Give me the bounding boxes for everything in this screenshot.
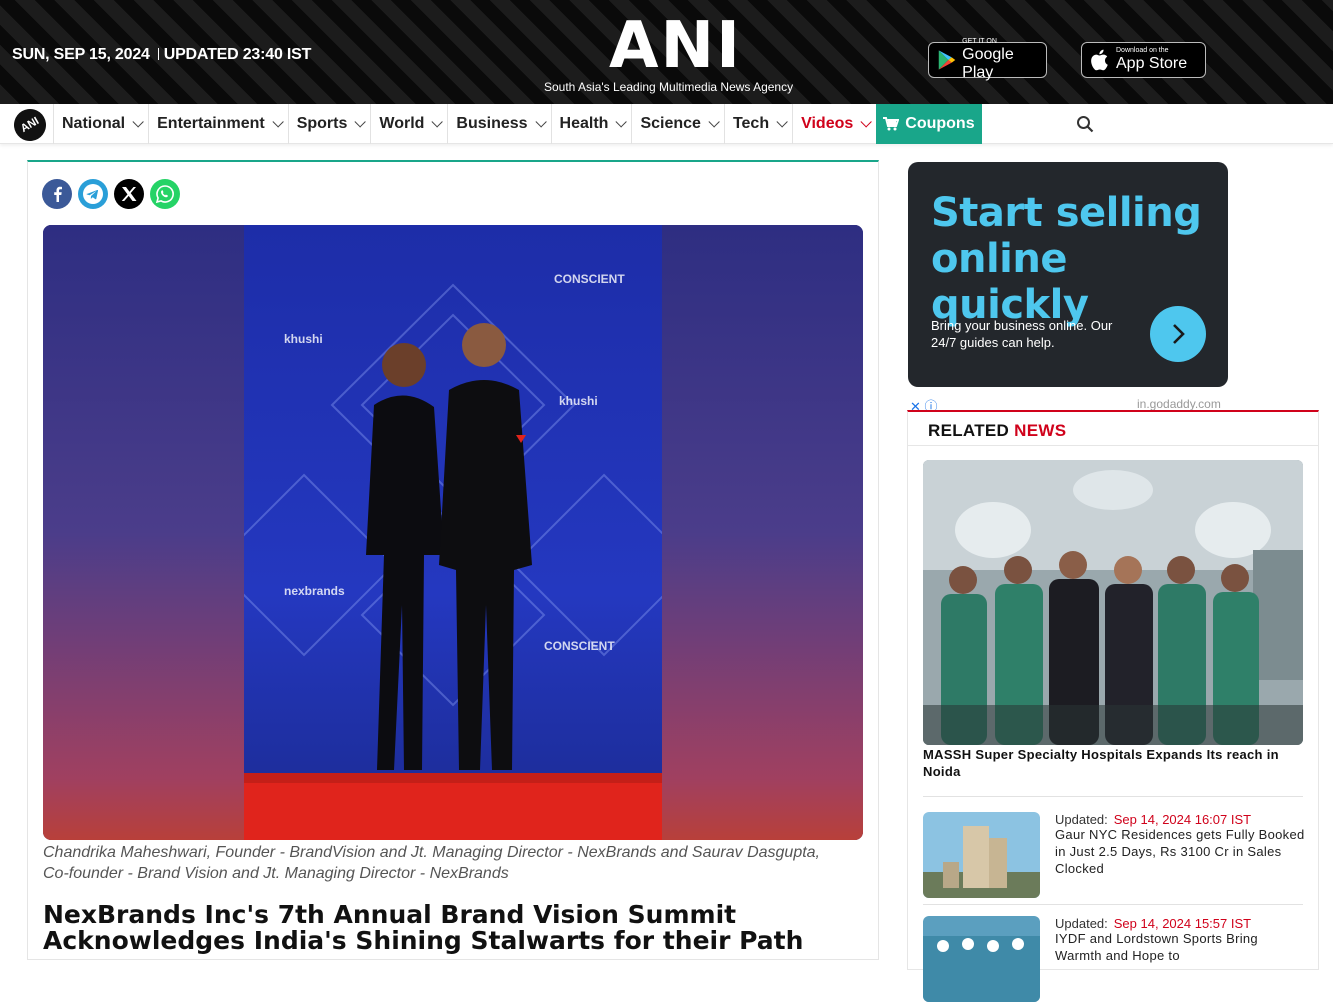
nav-label: World [379,115,425,132]
nav-item-tech[interactable]: Tech [723,104,792,144]
apple-icon [1091,49,1108,71]
app-store-small: Download on the [1116,47,1169,54]
chevron-down-icon [860,116,873,128]
chevron-down-icon [431,116,444,128]
news-date: Sep 14, 2024 15:57 IST [1113,916,1252,931]
surgeons-photo-illustration [923,460,1303,745]
nav-label: Entertainment [157,115,265,132]
chevron-down-icon [776,116,788,128]
lead-news-image[interactable] [923,460,1303,745]
nav-item-world[interactable]: World [370,104,447,144]
related-heading-a: RELATED [928,421,1015,440]
app-store-label: App Store [1116,55,1188,72]
search-icon[interactable] [1076,115,1094,133]
nav-label: Videos [801,115,854,132]
chevron-right-icon [1173,324,1185,344]
article-headline: NexBrands Inc's 7th Annual Brand Vision … [43,900,804,955]
news-title[interactable]: IYDF and Lordstown Sports Bring Warmth a… [1055,930,1305,964]
svg-text:nexbrands: nexbrands [284,584,345,598]
hero-blur-left [43,225,244,840]
svg-text:khushi: khushi [559,394,598,408]
nav-ani-logo[interactable]: ANI [8,103,52,147]
divider [923,796,1303,797]
coupons-label: Coupons [905,115,975,132]
google-play-icon [938,50,956,70]
chevron-down-icon [354,116,367,128]
nav-label: Sports [296,115,348,132]
news-meta: Updated: Sep 14, 2024 16:07 IST [1055,812,1251,827]
nav-label: Tech [732,115,770,132]
cart-icon [883,117,900,131]
list-item[interactable]: Updated: Sep 14, 2024 15:57 IST IYDF and … [923,916,1305,1006]
nav-label: National [62,115,126,132]
news-title[interactable]: Gaur NYC Residences gets Fully Booked in… [1055,826,1305,877]
nav-label: Business [456,115,528,132]
related-news: RELATED NEWS MASSH Super Specialty Hospi… [907,410,1319,1002]
nav-item-coupons[interactable]: Coupons [876,104,982,144]
tagline: South Asia's Leading Multimedia News Age… [544,80,794,94]
ad-arrow-button[interactable] [1150,306,1206,362]
svg-text:CONSCIENT: CONSCIENT [554,272,625,286]
date-separator [157,48,159,60]
top-header: SUN, SEP 15, 2024 UPDATED 23:40 IST ANI S… [0,0,1333,104]
divider [923,904,1303,905]
nav-item-science[interactable]: Science [631,104,723,144]
google-play-label: Google Play [962,46,1014,81]
godaddy-ad[interactable]: Start selling online quickly Bring your … [908,162,1228,387]
ani-logo[interactable]: ANI [609,14,742,78]
image-caption: Chandrika Maheshwari, Founder - BrandVis… [43,844,820,882]
nav-items: National Entertainment Sports World Busi… [53,104,982,144]
nav-label: Science [640,115,701,132]
hero-photo: khushi khushi CONSCIENT CONSCIENT nexbra… [244,225,662,840]
nav-item-entertainment[interactable]: Entertainment [148,104,288,144]
telegram-icon[interactable] [78,179,108,209]
date-line: SUN, SEP 15, 2024 UPDATED 23:40 IST [12,46,311,64]
google-play-small: GET IT ON [962,38,997,45]
chevron-down-icon [535,116,547,128]
app-store-button[interactable]: Download on the App Store [1081,42,1206,78]
hero-blur-right [662,225,863,840]
chevron-down-icon [615,116,628,128]
updated-label: Updated: [1055,812,1108,827]
ad-subtitle: Bring your business online. Our 24/7 gui… [931,318,1113,350]
event-photo-illustration: khushi khushi CONSCIENT CONSCIENT nexbra… [244,225,662,840]
list-item[interactable]: Updated: Sep 14, 2024 16:07 IST Gaur NYC … [923,812,1305,902]
news-date: Sep 14, 2024 16:07 IST [1113,812,1252,827]
nav-item-national[interactable]: National [53,104,148,144]
share-bar [42,179,180,209]
related-heading: RELATED NEWS [908,412,1318,446]
updated-label: Updated: [1055,916,1108,931]
svg-text:khushi: khushi [284,332,323,346]
news-meta: Updated: Sep 14, 2024 15:57 IST [1055,916,1251,931]
chevron-down-icon [272,116,284,128]
nav-item-health[interactable]: Health [550,104,632,144]
updated-time: UPDATED 23:40 IST [163,46,312,63]
main-nav: ANI National Entertainment Sports World … [0,103,1333,147]
hero-image: khushi khushi CONSCIENT CONSCIENT nexbra… [43,225,863,840]
chevron-down-icon [132,116,144,128]
news-thumbnail[interactable] [923,916,1040,1002]
nav-item-sports[interactable]: Sports [287,104,371,144]
related-heading-b: NEWS [1014,421,1067,440]
google-play-button[interactable]: GET IT ON Google Play [928,38,1047,81]
current-date: SUN, SEP 15, 2024 [12,46,150,63]
chevron-down-icon [708,116,720,128]
news-thumbnail[interactable] [923,812,1040,898]
svg-text:CONSCIENT: CONSCIENT [544,639,615,653]
x-icon[interactable] [114,179,144,209]
whatsapp-icon[interactable] [150,179,180,209]
nav-item-business[interactable]: Business [447,104,550,144]
facebook-icon[interactable] [42,179,72,209]
ad-domain[interactable]: in.godaddy.com [1137,397,1221,411]
nav-item-videos[interactable]: Videos [792,104,876,144]
article-card: khushi khushi CONSCIENT CONSCIENT nexbra… [27,160,879,960]
lead-news-title[interactable]: MASSH Super Specialty Hospitals Expands … [923,746,1303,780]
nav-label: Health [559,115,609,132]
